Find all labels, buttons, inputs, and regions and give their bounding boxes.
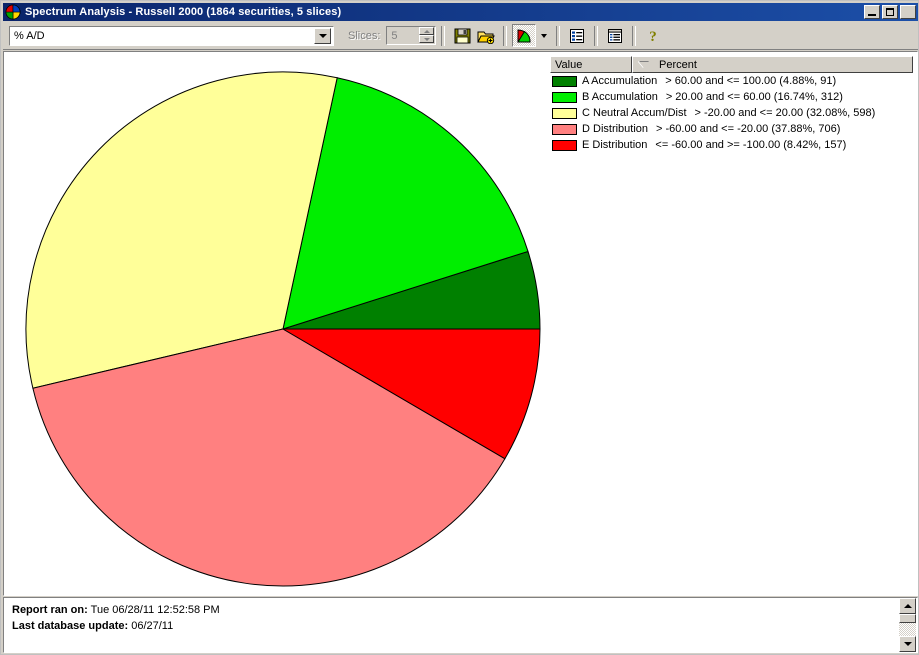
- svg-text:?: ?: [650, 29, 658, 44]
- slices-stepper[interactable]: 5: [386, 26, 437, 45]
- legend-color-swatch: [552, 107, 577, 119]
- indicator-select-value: % A/D: [14, 29, 45, 42]
- legend-row-range: > 20.00 and <= 60.00 (16.74%, 312): [665, 91, 843, 103]
- legend-rows: A Accumulation > 60.00 and <= 100.00 (4.8…: [550, 73, 913, 153]
- legend-header: Value Percent: [550, 56, 913, 73]
- pie-view-button[interactable]: [512, 24, 537, 47]
- open-folder-add-icon: [477, 31, 496, 44]
- report-ran-line: Report ran on: Tue 06/28/11 12:52:58 PM: [12, 604, 220, 616]
- last-update-line: Last database update: 06/27/11: [12, 620, 173, 632]
- report-ran-value: Tue 06/28/11 12:52:58 PM: [90, 604, 220, 616]
- pie-chart[interactable]: [4, 52, 549, 595]
- toolbar-separator: [503, 25, 508, 46]
- toolbar: % A/D Slices: 5 ?: [3, 22, 918, 50]
- scrollbar-track[interactable]: [899, 623, 916, 636]
- report-ran-label: Report ran on:: [12, 604, 88, 616]
- sort-descending-icon: [639, 61, 649, 68]
- open-button[interactable]: [474, 24, 498, 47]
- help-button[interactable]: ?: [641, 24, 665, 47]
- legend-row-range: > 60.00 and <= 100.00 (4.88%, 91): [665, 75, 837, 87]
- toolbar-separator: [632, 25, 637, 46]
- legend-row-range: > -20.00 and <= 20.00 (32.08%, 598): [694, 107, 876, 119]
- toolbar-separator: [556, 25, 561, 46]
- chart-panel: Value Percent A Accumulation > 60.00 and …: [3, 51, 918, 596]
- question-mark-icon: ?: [650, 29, 658, 44]
- pie-slices: [25, 71, 541, 587]
- last-update-label: Last database update:: [12, 620, 129, 632]
- status-panel: Report ran on: Tue 06/28/11 12:52:58 PM …: [3, 597, 918, 653]
- window-title: Spectrum Analysis - Russell 2000 (1864 s…: [25, 6, 342, 18]
- legend-color-swatch: [552, 91, 577, 103]
- legend-row-label: C Neutral Accum/Dist: [582, 107, 687, 119]
- scrollbar-thumb[interactable]: [899, 614, 916, 623]
- slices-decrement-button[interactable]: [419, 35, 435, 43]
- slices-label: Slices:: [348, 29, 381, 42]
- legend-column-percent-label: Percent: [659, 58, 697, 71]
- maximize-button[interactable]: [882, 5, 898, 19]
- legend-row[interactable]: E Distribution <= -60.00 and >= -100.00 (…: [550, 137, 913, 153]
- scroll-up-button[interactable]: [899, 598, 916, 614]
- pie-view-dropdown-button[interactable]: [536, 23, 551, 48]
- legend-row[interactable]: D Distribution > -60.00 and <= -20.00 (37…: [550, 121, 913, 137]
- list-icon: [570, 28, 585, 43]
- legend-column-percent[interactable]: Percent: [632, 56, 913, 73]
- slices-increment-button[interactable]: [419, 27, 435, 35]
- toolbar-separator: [594, 25, 599, 46]
- toolbar-separator: [441, 25, 446, 46]
- report-view-button[interactable]: [603, 24, 627, 47]
- spectrum-analysis-window: Spectrum Analysis - Russell 2000 (1864 s…: [0, 0, 919, 655]
- slices-stepper-value: 5: [391, 29, 398, 42]
- pie-chart-icon: [5, 4, 21, 20]
- legend-row[interactable]: B Accumulation > 20.00 and <= 60.00 (16.7…: [550, 89, 913, 105]
- legend: Value Percent A Accumulation > 60.00 and …: [550, 56, 913, 156]
- legend-column-value[interactable]: Value: [550, 56, 632, 73]
- scroll-down-button[interactable]: [899, 636, 916, 652]
- pie-chart-icon: [517, 28, 531, 42]
- indicator-select[interactable]: % A/D: [9, 25, 334, 46]
- legend-row[interactable]: A Accumulation > 60.00 and <= 100.00 (4.8…: [550, 73, 913, 89]
- close-button[interactable]: [900, 5, 916, 19]
- legend-row-label: A Accumulation: [582, 75, 658, 87]
- legend-row-label: E Distribution: [582, 139, 648, 151]
- chevron-down-icon[interactable]: [314, 27, 331, 44]
- legend-row-label: B Accumulation: [582, 91, 658, 103]
- report-icon: [608, 28, 623, 43]
- status-scrollbar[interactable]: [899, 598, 916, 652]
- list-view-button[interactable]: [565, 24, 589, 47]
- slices-spin-buttons[interactable]: [419, 27, 435, 44]
- last-update-value: 06/27/11: [131, 620, 174, 632]
- save-button[interactable]: [450, 24, 474, 47]
- floppy-disk-icon: [454, 28, 471, 43]
- title-bar: Spectrum Analysis - Russell 2000 (1864 s…: [3, 3, 918, 21]
- legend-color-swatch: [552, 123, 577, 135]
- legend-row-range: > -60.00 and <= -20.00 (37.88%, 706): [656, 123, 841, 135]
- legend-color-swatch: [552, 139, 577, 151]
- legend-color-swatch: [552, 75, 577, 87]
- legend-row-label: D Distribution: [582, 123, 649, 135]
- minimize-button[interactable]: [864, 5, 880, 19]
- legend-row-range: <= -60.00 and >= -100.00 (8.42%, 157): [655, 139, 847, 151]
- legend-row[interactable]: C Neutral Accum/Dist > -20.00 and <= 20.0…: [550, 105, 913, 121]
- pie-chart-svg[interactable]: [4, 52, 549, 595]
